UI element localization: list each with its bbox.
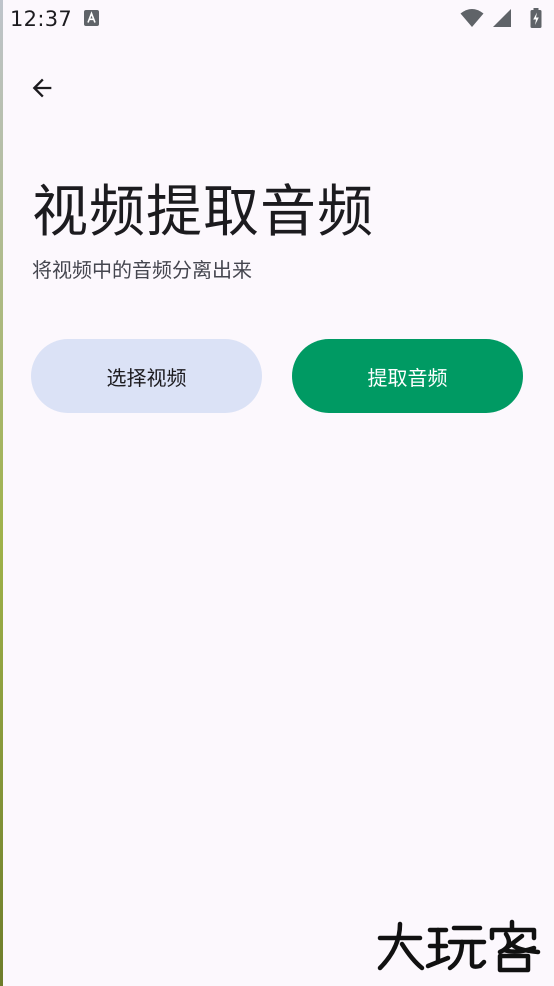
arrow-back-icon (32, 78, 52, 98)
battery-charging-icon (530, 8, 542, 28)
notification-a-icon (84, 10, 99, 26)
select-video-button[interactable]: 选择视频 (31, 339, 262, 413)
cell-signal-icon (493, 9, 511, 27)
watermark-logo (377, 919, 541, 973)
status-time: 12:37 (10, 7, 73, 31)
wifi-icon (460, 9, 484, 27)
page-subtitle: 将视频中的音频分离出来 (32, 258, 252, 282)
back-button[interactable] (20, 66, 64, 110)
page-title: 视频提取音频 (32, 180, 374, 245)
extract-audio-label: 提取音频 (367, 365, 448, 390)
select-video-label: 选择视频 (106, 365, 187, 390)
extract-audio-button[interactable]: 提取音频 (292, 339, 523, 413)
window-edge (0, 0, 3, 986)
status-bar: 12:37 (0, 0, 554, 38)
